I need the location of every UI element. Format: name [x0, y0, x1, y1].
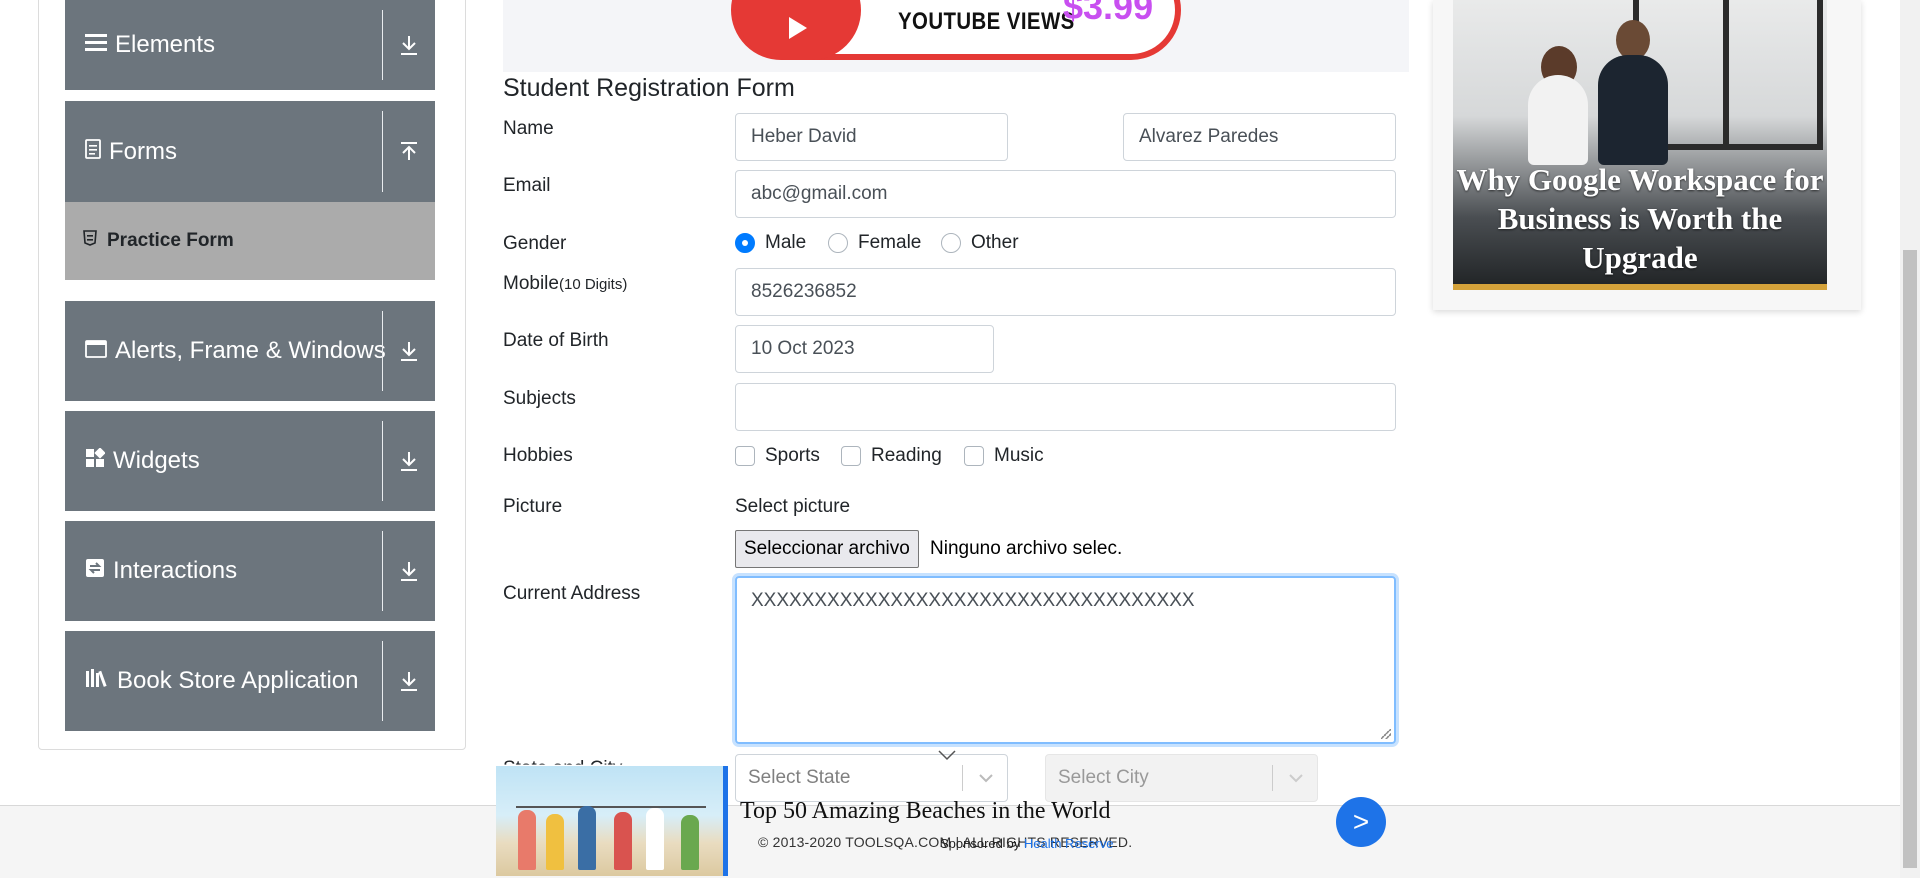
sidebar-group-interactions[interactable]: Interactions — [65, 521, 435, 621]
banner-ad[interactable]: YOUTUBE VIEWS $3.99 — [503, 0, 1409, 72]
gender-label: Gender — [503, 233, 567, 254]
radio-label: Female — [858, 232, 922, 253]
email-input[interactable]: abc@gmail.com — [735, 170, 1396, 218]
interactions-icon — [85, 557, 105, 585]
sidebar-item-practice-form[interactable]: Practice Form — [65, 202, 435, 280]
sidebar-group-forms[interactable]: Forms — [65, 101, 435, 202]
chevron-down-icon — [937, 748, 957, 766]
bottom-ad-image[interactable] — [496, 766, 727, 876]
picture-label: Picture — [503, 496, 563, 517]
checkbox-label: Sports — [765, 445, 820, 466]
radio-label: Male — [765, 232, 807, 253]
hobby-sports-checkbox[interactable]: Sports — [735, 445, 820, 467]
bottom-ad-sponsor: Sponsored by Health Reserve — [940, 836, 1113, 851]
chevron-down-icon — [977, 769, 995, 793]
download-arrow-icon[interactable] — [391, 301, 427, 401]
download-arrow-icon[interactable] — [391, 411, 427, 511]
dob-input[interactable]: 10 Oct 2023 — [735, 325, 994, 373]
document-icon — [85, 138, 101, 166]
radio-unchecked-icon — [828, 233, 848, 253]
radio-checked-icon — [735, 233, 755, 253]
chevron-down-icon — [1287, 769, 1305, 793]
sidebar-group-label: Widgets — [113, 447, 200, 474]
checkbox-label: Reading — [871, 445, 942, 466]
gender-female-radio[interactable]: Female — [828, 232, 921, 254]
select-picture-label: Select picture — [735, 496, 851, 517]
bottom-ad-next-button[interactable]: > — [1336, 797, 1386, 847]
sidebar-item-label: Practice Form — [107, 230, 234, 251]
state-placeholder: Select State — [748, 767, 851, 788]
form-title: Student Registration Form — [503, 74, 795, 102]
sidebar-group-book-store[interactable]: Book Store Application — [65, 631, 435, 731]
city-select[interactable]: Select City — [1045, 754, 1318, 802]
resize-handle-icon[interactable] — [1381, 729, 1391, 739]
widgets-icon — [85, 447, 106, 475]
sidebar-group-widgets[interactable]: Widgets — [65, 411, 435, 511]
sponsored-label: Sponsored by — [940, 836, 1021, 851]
html5-icon — [83, 230, 97, 252]
last-name-input[interactable]: Alvarez Paredes — [1123, 113, 1396, 161]
hobby-reading-checkbox[interactable]: Reading — [841, 445, 942, 467]
banner-text: YOUTUBE VIEWS — [898, 8, 1075, 35]
current-address-textarea[interactable]: XXXXXXXXXXXXXXXXXXXXXXXXXXXXXXXXXXX — [735, 576, 1396, 744]
checkbox-icon — [735, 446, 755, 466]
sidebar-group-elements[interactable]: Elements — [65, 0, 435, 90]
sidebar-group-alerts-frame-windows[interactable]: Alerts, Frame & Windows — [65, 301, 435, 401]
mobile-hint: (10 Digits) — [558, 276, 628, 293]
hobbies-label: Hobbies — [503, 445, 573, 466]
checkbox-icon — [841, 446, 861, 466]
mobile-label: Mobile(10 Digits) — [503, 273, 627, 295]
checkbox-label: Music — [994, 445, 1044, 466]
bottom-ad-title[interactable]: Top 50 Amazing Beaches in the World — [740, 798, 1111, 825]
name-label: Name — [503, 118, 554, 139]
hobby-music-checkbox[interactable]: Music — [964, 445, 1044, 467]
state-select[interactable]: Select State — [735, 754, 1008, 802]
radio-label: Other — [971, 232, 1019, 253]
checkbox-icon — [964, 446, 984, 466]
sidebar-group-label: Alerts, Frame & Windows — [115, 337, 386, 364]
subjects-input[interactable] — [735, 383, 1396, 431]
sidebar-group-label: Book Store Application — [117, 667, 359, 694]
upload-arrow-icon[interactable] — [391, 101, 427, 202]
window-icon — [85, 337, 107, 365]
radio-unchecked-icon — [941, 233, 961, 253]
email-label: Email — [503, 175, 551, 196]
first-name-input[interactable]: Heber David — [735, 113, 1008, 161]
sidebar-group-label: Elements — [115, 31, 216, 58]
scrollbar-thumb[interactable] — [1903, 250, 1917, 868]
current-address-label: Current Address — [503, 583, 641, 604]
page-scrollbar[interactable] — [1900, 0, 1920, 878]
mobile-label-text: Mobile — [503, 273, 559, 294]
sidebar-group-label: Forms — [109, 137, 177, 165]
gender-other-radio[interactable]: Other — [941, 232, 1019, 254]
dob-label: Date of Birth — [503, 330, 609, 351]
file-status-text: Ninguno archivo selec. — [930, 538, 1123, 559]
list-icon — [85, 31, 107, 59]
download-arrow-icon[interactable] — [391, 521, 427, 621]
download-arrow-icon[interactable] — [391, 631, 427, 731]
download-arrow-icon[interactable] — [391, 0, 427, 90]
mobile-input[interactable]: 8526236852 — [735, 268, 1396, 316]
sponsor-link[interactable]: Health Reserve — [1024, 836, 1114, 851]
side-ad-accent-bar — [1453, 284, 1827, 290]
side-ad-title[interactable]: Why Google Workspace for Business is Wor… — [1453, 160, 1827, 277]
subjects-label: Subjects — [503, 388, 576, 409]
books-icon — [85, 667, 109, 695]
file-upload-button[interactable]: Seleccionar archivo — [735, 530, 919, 568]
banner-price: $3.99 — [1063, 0, 1154, 27]
sidebar-group-label: Interactions — [113, 557, 238, 584]
city-placeholder: Select City — [1058, 767, 1149, 788]
gender-male-radio[interactable]: Male — [735, 232, 806, 254]
textarea-value: XXXXXXXXXXXXXXXXXXXXXXXXXXXXXXXXXXX — [751, 590, 1195, 611]
